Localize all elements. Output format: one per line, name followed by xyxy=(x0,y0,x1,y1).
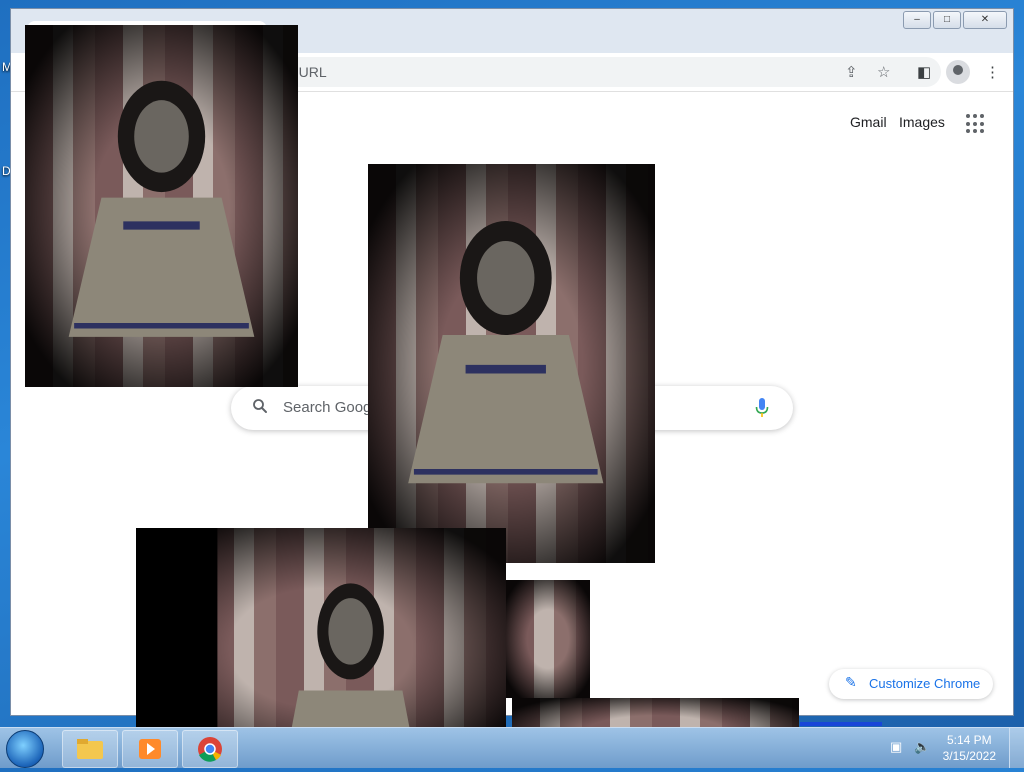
mic-icon[interactable] xyxy=(755,398,769,418)
chrome-icon xyxy=(198,737,222,762)
window-controls: – □ ✕ xyxy=(903,11,1007,29)
star-icon[interactable]: ☆ xyxy=(877,63,890,81)
folder-icon xyxy=(77,739,103,759)
images-link[interactable]: Images xyxy=(899,114,945,130)
network-icon[interactable]: ▣ xyxy=(890,739,902,755)
show-desktop-button[interactable] xyxy=(1009,728,1024,768)
share-icon[interactable]: ⇪ xyxy=(845,63,858,81)
taskbar: ▣ 🔈 5:14 PM 3/15/2022 xyxy=(0,727,1024,768)
clock[interactable]: 5:14 PM 3/15/2022 xyxy=(943,732,996,764)
profile-avatar[interactable] xyxy=(946,60,970,84)
clock-time: 5:14 PM xyxy=(946,733,992,747)
taskbar-chrome[interactable] xyxy=(182,730,238,768)
gmail-link[interactable]: Gmail xyxy=(850,114,887,130)
search-placeholder: Search Goog xyxy=(283,399,372,416)
doll-image-2[interactable] xyxy=(368,164,655,563)
customize-chrome-label: Customize Chrome xyxy=(869,676,981,691)
close-button[interactable]: ✕ xyxy=(963,11,1007,29)
customize-chrome-button[interactable]: ✎ Customize Chrome xyxy=(829,669,993,699)
menu-dots-icon[interactable]: ⋮ xyxy=(985,63,1000,81)
side-panel-icon[interactable]: ◧ xyxy=(917,63,931,81)
apps-icon[interactable] xyxy=(966,114,986,134)
clock-date: 3/15/2022 xyxy=(942,749,996,763)
media-player-icon xyxy=(139,739,161,759)
progress-strip xyxy=(800,722,882,726)
doll-image-4[interactable] xyxy=(506,580,590,698)
volume-icon[interactable]: 🔈 xyxy=(914,739,930,755)
search-icon xyxy=(253,399,267,413)
maximize-button[interactable]: □ xyxy=(933,11,961,29)
taskbar-media-player[interactable] xyxy=(122,730,178,768)
pencil-icon: ✎ xyxy=(845,674,857,690)
taskbar-explorer[interactable] xyxy=(62,730,118,768)
doll-image-1[interactable] xyxy=(25,25,298,387)
minimize-button[interactable]: – xyxy=(903,11,931,29)
start-button[interactable] xyxy=(6,730,44,768)
